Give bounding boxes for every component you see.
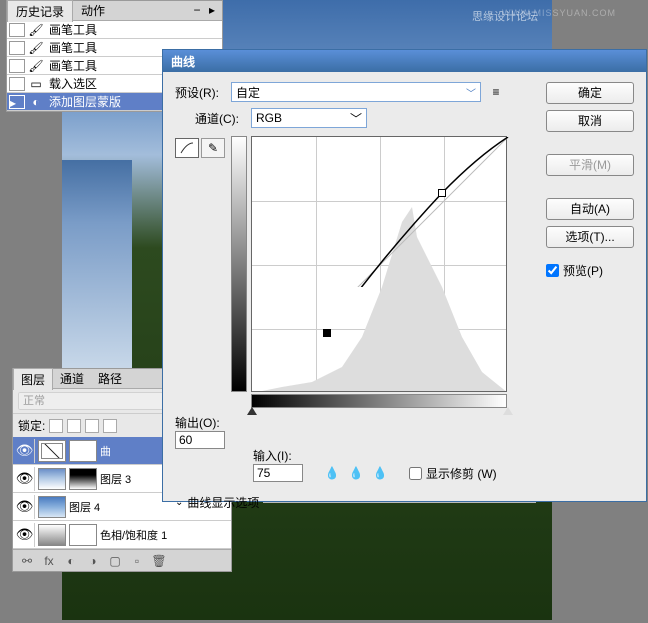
chevron-down-icon: ﹀ [466, 85, 476, 100]
layer-item[interactable]: 👁 色相/饱和度 1 [13, 521, 231, 549]
adjustment-icon[interactable]: ◑ [85, 553, 101, 569]
brush-icon: 🖌 [27, 41, 45, 55]
gray-eyedropper-icon[interactable]: 💧 [347, 464, 365, 482]
show-clipping-checkbox[interactable]: 显示修剪 (W) [409, 465, 497, 482]
curves-dialog: 曲线 预设(R): 自定﹀ ≡ 通道(C): RGB﹀ ✎ [162, 49, 647, 502]
curve-mode-pencil[interactable]: ✎ [201, 138, 225, 158]
layer-mask-thumb[interactable] [69, 440, 97, 462]
lock-label: 锁定: [18, 417, 45, 434]
options-button[interactable]: 选项(T)... [546, 226, 634, 248]
white-eyedropper-icon[interactable]: 💧 [371, 464, 389, 482]
tab-paths[interactable]: 路径 [91, 368, 129, 389]
history-tabs: 历史记录 动作 − ▸ [7, 1, 222, 21]
layer-thumb-adj[interactable] [38, 524, 66, 546]
chevron-down-icon: ﹀ [350, 110, 362, 127]
auto-button[interactable]: 自动(A) [546, 198, 634, 220]
visibility-icon[interactable]: 👁 [15, 439, 35, 463]
curve-point[interactable] [438, 189, 446, 197]
tab-history[interactable]: 历史记录 [7, 0, 73, 22]
brush-icon: 🖌 [27, 23, 45, 37]
history-item[interactable]: 🖌画笔工具 [7, 21, 222, 39]
visibility-icon[interactable]: 👁 [15, 523, 35, 547]
layer-thumb[interactable] [38, 468, 66, 490]
fx-icon[interactable]: fx [41, 553, 57, 569]
layer-mask-thumb[interactable] [69, 524, 97, 546]
input-label: 输入(I): [253, 447, 303, 464]
new-layer-icon[interactable]: ▫ [129, 553, 145, 569]
brush-icon: 🖌 [27, 59, 45, 73]
smooth-button[interactable]: 平滑(M) [546, 154, 634, 176]
minimize-icon[interactable]: − [191, 5, 203, 17]
watermark-url: WWW.MISSYUAN.COM [502, 8, 616, 18]
output-input[interactable] [175, 431, 225, 449]
input-gradient [251, 394, 507, 408]
preset-menu-icon[interactable]: ≡ [487, 83, 505, 101]
curve-line [252, 137, 552, 287]
selection-icon: ▭ [27, 77, 45, 91]
white-point-slider[interactable] [503, 407, 513, 415]
visibility-icon[interactable]: 👁 [15, 467, 35, 491]
ok-button[interactable]: 确定 [546, 82, 634, 104]
link-icon[interactable]: ⚯ [19, 553, 35, 569]
tab-channels[interactable]: 通道 [53, 368, 91, 389]
tab-actions[interactable]: 动作 [73, 0, 113, 21]
preset-label: 预设(R): [175, 84, 225, 101]
channel-label: 通道(C): [195, 110, 245, 127]
preset-select[interactable]: 自定﹀ [231, 82, 481, 102]
output-gradient [231, 136, 247, 392]
curves-graph[interactable] [251, 136, 507, 392]
input-input[interactable] [253, 464, 303, 482]
channel-select[interactable]: RGB﹀ [251, 108, 367, 128]
lock-transparency-icon[interactable] [49, 419, 63, 433]
chevron-down-icon: ⌄ [175, 497, 183, 508]
curve-mode-point[interactable] [175, 138, 199, 158]
visibility-icon[interactable]: 👁 [15, 495, 35, 519]
black-point-slider[interactable] [247, 407, 257, 415]
mask-icon[interactable]: ◐ [63, 553, 79, 569]
canvas-strip [62, 160, 132, 370]
layer-mask-thumb[interactable] [69, 468, 97, 490]
black-eyedropper-icon[interactable]: 💧 [323, 464, 341, 482]
cancel-button[interactable]: 取消 [546, 110, 634, 132]
layer-thumb-curves[interactable] [38, 440, 66, 462]
curve-mode-buttons: ✎ [175, 138, 225, 158]
output-label: 输出(O): [175, 414, 225, 431]
close-icon[interactable]: ▸ [206, 5, 218, 17]
curve-point-selected[interactable] [323, 329, 331, 337]
curve-display-disclosure[interactable]: ⌄ 曲线显示选项 [175, 494, 536, 511]
layers-footer: ⚯ fx ◐ ◑ ▢ ▫ 🗑 [13, 549, 231, 571]
mask-icon: ◐ [27, 95, 45, 109]
lock-position-icon[interactable] [85, 419, 99, 433]
tab-layers[interactable]: 图层 [13, 368, 53, 390]
layer-thumb[interactable] [38, 496, 66, 518]
dialog-title: 曲线 [163, 50, 646, 72]
blend-mode-select[interactable]: 正常 [18, 392, 184, 410]
preview-checkbox[interactable]: 预览(P) [546, 262, 634, 279]
lock-all-icon[interactable] [103, 419, 117, 433]
trash-icon[interactable]: 🗑 [151, 553, 167, 569]
lock-paint-icon[interactable] [67, 419, 81, 433]
folder-icon[interactable]: ▢ [107, 553, 123, 569]
